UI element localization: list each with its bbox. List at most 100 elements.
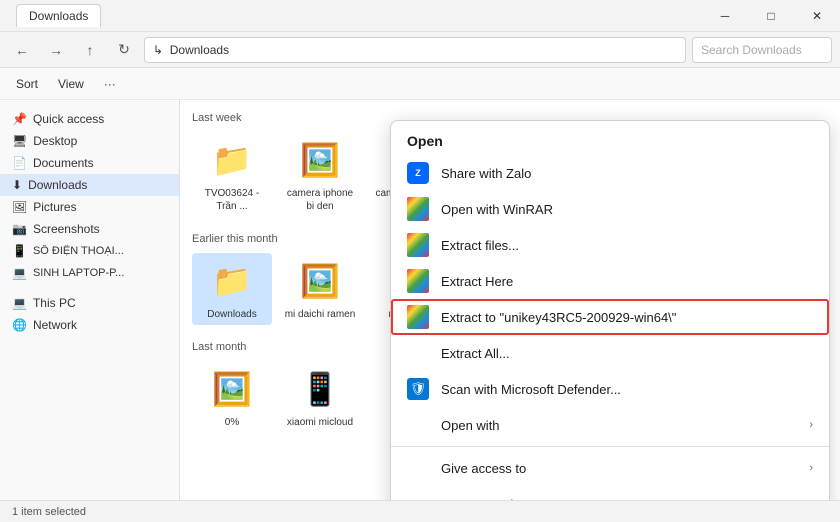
sidebar-label-quick-access: Quick access: [33, 112, 104, 126]
ctx-label-scan-defender: Scan with Microsoft Defender...: [441, 382, 813, 397]
ctx-label-share-zalo: Share with Zalo: [441, 166, 813, 181]
ctx-item-extract-here[interactable]: Extract Here: [391, 263, 829, 299]
give-access-arrow: ›: [809, 462, 813, 474]
sidebar-item-phone[interactable]: 📱 SỐ ĐIỆN THOẠI...: [0, 240, 179, 262]
address-path: ↳: [153, 43, 170, 57]
network-icon: 🌐: [12, 318, 27, 332]
title-tab[interactable]: Downloads: [16, 4, 101, 27]
context-menu: Open Z Share with Zalo Open with WinRAR: [390, 120, 830, 500]
title-tabs: Downloads: [16, 4, 101, 27]
sidebar-item-screenshots[interactable]: 📷 Screenshots: [0, 218, 179, 240]
open-with-icon: [407, 414, 429, 436]
file-item-downloads-folder[interactable]: 📁 Downloads: [192, 253, 272, 325]
ctx-item-open-winrar[interactable]: Open with WinRAR: [391, 191, 829, 227]
sidebar-label-downloads: Downloads: [28, 178, 87, 192]
sidebar-item-documents[interactable]: 📄 Documents: [0, 152, 179, 174]
ctx-label-extract-files: Extract files...: [441, 238, 813, 253]
ctx-item-extract-files[interactable]: Extract files...: [391, 227, 829, 263]
sidebar-label-pictures: Pictures: [33, 200, 76, 214]
forward-button[interactable]: →: [42, 36, 70, 64]
file-name-ramen1: mi daichi ramen: [285, 308, 356, 321]
ctx-item-extract-to[interactable]: Extract to "unikey43RC5-200929-win64\": [391, 299, 829, 335]
ctx-item-scan-defender[interactable]: 🛡 Scan with Microsoft Defender...: [391, 371, 829, 407]
sidebar-label-this-pc: This PC: [33, 296, 76, 310]
address-text: Downloads: [170, 43, 229, 57]
sidebar-label-screenshots: Screenshots: [33, 222, 100, 236]
file-name-downloads: Downloads: [207, 308, 256, 321]
sidebar-item-quick-access[interactable]: 📌 Quick access: [0, 108, 179, 130]
file-area: Last week 📁 TVO03624 - Trần ... 🖼️ camer…: [180, 100, 840, 500]
documents-icon: 📄: [12, 156, 27, 170]
sidebar-label-laptop: SINH LAPTOP-P...: [33, 267, 124, 279]
sidebar-item-laptop[interactable]: 💻 SINH LAPTOP-P...: [0, 262, 179, 284]
refresh-button[interactable]: ↻: [110, 36, 138, 64]
ctx-label-give-access: Give access to: [441, 461, 797, 476]
title-bar: Downloads ─ □ ✕: [0, 0, 840, 32]
minimize-button[interactable]: ─: [702, 0, 748, 32]
toolbar: ← → ↑ ↻ ↳ Downloads Search Downloads: [0, 32, 840, 68]
context-menu-header: Open: [391, 125, 829, 155]
search-bar[interactable]: Search Downloads: [692, 37, 832, 63]
explorer-window: Downloads ─ □ ✕ ← → ↑ ↻ ↳ Downloads Sear…: [0, 0, 840, 500]
secondary-toolbar: Sort View ···: [0, 68, 840, 100]
ctx-item-copy-path[interactable]: Copy as path: [391, 486, 829, 500]
file-item-0pct[interactable]: 🖼️ 0%: [192, 361, 272, 446]
context-menu-separator-1: [391, 446, 829, 447]
ctx-label-open-with: Open with: [441, 418, 797, 433]
sidebar-label-desktop: Desktop: [33, 134, 77, 148]
main-area: 📌 Quick access 🖥 Desktop 📄 Documents ⬇ D…: [0, 100, 840, 500]
file-item-xiaomi[interactable]: 📱 xiaomi micloud: [280, 361, 360, 446]
laptop-icon: 💻: [12, 266, 27, 280]
winrar-icon-extract-to: [407, 306, 429, 328]
folder-icon-tvo: 📁: [208, 136, 256, 184]
winrar-icon-open: [407, 198, 429, 220]
sidebar-label-phone: SỐ ĐIỆN THOẠI...: [33, 245, 124, 257]
winrar-icon-extract-here: [407, 270, 429, 292]
folder-icon-downloads: 📁: [208, 257, 256, 305]
file-item-ramen1[interactable]: 🖼️ mi daichi ramen: [280, 253, 360, 325]
sidebar-item-desktop[interactable]: 🖥 Desktop: [0, 130, 179, 152]
status-bar: 1 item selected: [0, 500, 840, 522]
image-icon-ramen1: 🖼️: [296, 257, 344, 305]
winrar-icon-extract-files: [407, 234, 429, 256]
sidebar-item-network[interactable]: 🌐 Network: [0, 314, 179, 336]
ctx-label-open-winrar: Open with WinRAR: [441, 202, 813, 217]
ctx-label-extract-here: Extract Here: [441, 274, 813, 289]
sidebar-item-downloads[interactable]: ⬇ Downloads: [0, 174, 179, 196]
sidebar-item-pictures[interactable]: 🖼 Pictures: [0, 196, 179, 218]
screenshots-icon: 📷: [12, 222, 27, 236]
desktop-icon: 🖥: [12, 134, 27, 148]
ctx-label-extract-all: Extract All...: [441, 346, 813, 361]
image-icon-0pct: 🖼️: [208, 365, 256, 413]
sidebar-label-documents: Documents: [33, 156, 94, 170]
file-item-camera1[interactable]: 🖼️ camera iphone bi den: [280, 132, 360, 217]
quick-access-icon: 📌: [12, 112, 27, 126]
up-button[interactable]: ↑: [76, 36, 104, 64]
ctx-item-extract-all[interactable]: Extract All...: [391, 335, 829, 371]
close-button[interactable]: ✕: [794, 0, 840, 32]
zalo-icon: Z: [407, 162, 429, 184]
search-placeholder: Search Downloads: [701, 43, 802, 57]
sidebar: 📌 Quick access 🖥 Desktop 📄 Documents ⬇ D…: [0, 100, 180, 500]
image-icon-xiaomi: 📱: [296, 365, 344, 413]
address-bar[interactable]: ↳ Downloads: [144, 37, 686, 63]
ctx-item-give-access[interactable]: Give access to ›: [391, 450, 829, 486]
copy-path-icon: [407, 493, 429, 500]
sidebar-item-this-pc[interactable]: 💻 This PC: [0, 292, 179, 314]
phone-icon: 📱: [12, 244, 27, 258]
file-item-tvo[interactable]: 📁 TVO03624 - Trần ...: [192, 132, 272, 217]
defender-icon: 🛡: [407, 378, 429, 400]
sort-button[interactable]: Sort: [8, 74, 46, 94]
view-button[interactable]: View: [50, 74, 92, 94]
ctx-item-share-zalo[interactable]: Z Share with Zalo: [391, 155, 829, 191]
downloads-icon: ⬇: [12, 178, 22, 192]
maximize-button[interactable]: □: [748, 0, 794, 32]
ctx-item-open-with[interactable]: Open with ›: [391, 407, 829, 443]
image-icon-camera1: 🖼️: [296, 136, 344, 184]
file-name-0pct: 0%: [225, 416, 239, 429]
status-text: 1 item selected: [12, 506, 86, 518]
give-access-icon: [407, 457, 429, 479]
back-button[interactable]: ←: [8, 36, 36, 64]
more-options-button[interactable]: ···: [96, 74, 124, 94]
open-with-arrow: ›: [809, 419, 813, 431]
